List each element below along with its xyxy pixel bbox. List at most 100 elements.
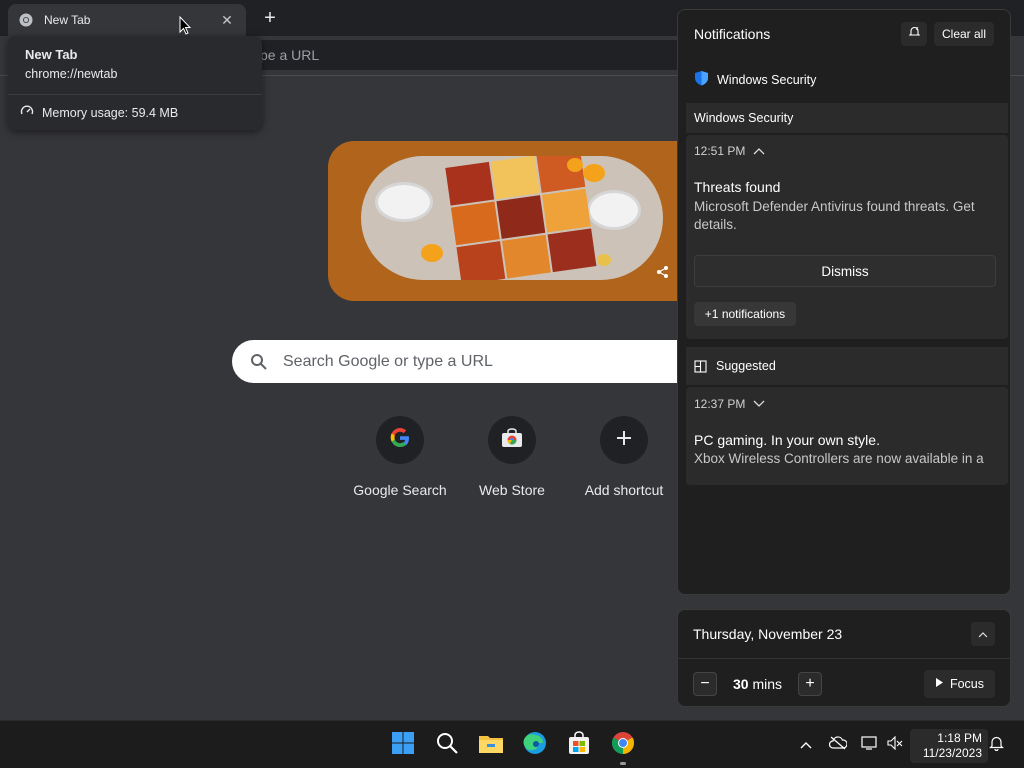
chevron-up-icon[interactable] [753, 144, 765, 158]
memory-usage-text: Memory usage: 59.4 MB [42, 105, 179, 120]
bell-icon [988, 735, 1004, 756]
dismiss-button[interactable]: Dismiss [694, 255, 996, 287]
clock-time: 1:18 PM [937, 731, 982, 745]
microsoft-store-button[interactable] [565, 730, 593, 760]
clear-all-button[interactable]: Clear all [934, 22, 994, 46]
speaker-muted-icon [887, 735, 903, 755]
notification-title: Threats found [694, 179, 781, 195]
focus-duration: 30 mins [733, 676, 782, 692]
group-header-suggested: Suggested [686, 347, 1008, 385]
notification-time-text: 12:51 PM [694, 144, 746, 158]
focus-unit: mins [752, 676, 783, 692]
google-icon [389, 427, 411, 454]
mouse-cursor-icon [179, 15, 192, 36]
search-icon [250, 353, 268, 371]
play-icon [935, 677, 944, 691]
new-tab-button[interactable]: + [258, 6, 282, 30]
taskbar-search-button[interactable] [433, 731, 461, 759]
notification-time-text: 12:37 PM [694, 397, 746, 411]
chevron-down-icon[interactable] [753, 397, 765, 411]
tab-new-tab[interactable]: New Tab ✕ [8, 4, 246, 36]
chevron-up-icon [978, 625, 988, 643]
shortcut-tile[interactable] [600, 416, 648, 464]
focus-decrease-button[interactable]: − [693, 672, 717, 696]
focus-increase-button[interactable]: + [798, 672, 822, 696]
tab-hover-card: New Tab chrome://newtab Memory usage: 59… [8, 36, 262, 130]
google-search-box[interactable]: Search Google or type a URL [232, 340, 692, 383]
chrome-taskbar-button[interactable] [609, 731, 637, 759]
edge-button[interactable] [521, 731, 549, 759]
notification-center-button[interactable] [987, 736, 1005, 754]
chrome-icon [611, 731, 635, 760]
notification-center: Notifications z Clear all Windows Securi… [677, 9, 1011, 595]
shortcut-label: Add shortcut [584, 482, 664, 498]
edge-icon [523, 731, 547, 760]
clock-button[interactable]: 1:18 PM 11/23/2023 [910, 729, 988, 763]
focus-minutes: 30 [733, 676, 749, 692]
doodle-image [361, 156, 663, 280]
onedrive-tray-button[interactable] [828, 735, 848, 755]
do-not-disturb-button[interactable]: z [901, 22, 927, 46]
volume-tray-button[interactable] [886, 735, 904, 755]
group-title: Suggested [716, 359, 776, 373]
notification-time: 12:37 PM [694, 397, 765, 411]
start-button[interactable] [389, 731, 417, 759]
hover-card-url: chrome://newtab [25, 67, 118, 81]
group-header-windows-security: Windows Security [686, 103, 1008, 133]
notification-time: 12:51 PM [694, 144, 765, 158]
network-tray-button[interactable] [860, 735, 878, 755]
start-focus-button[interactable]: Focus [924, 670, 995, 698]
shortcut-web-store[interactable]: Web Store [462, 416, 562, 498]
notification-body: Microsoft Defender Antivirus found threa… [694, 199, 975, 232]
quilt-illustration [445, 156, 597, 280]
divider [678, 658, 1010, 659]
notification-body: Xbox Wireless Controllers are now availa… [694, 451, 984, 466]
shortcut-add[interactable]: Add shortcut [574, 416, 674, 498]
collapse-calendar-button[interactable] [971, 622, 995, 646]
file-explorer-button[interactable] [477, 731, 505, 759]
focus-label: Focus [949, 677, 985, 691]
shortcut-label: Google Search [353, 482, 447, 498]
network-icon [861, 735, 877, 755]
store-icon [567, 730, 591, 760]
running-app-indicator [620, 762, 626, 765]
notification-pc-gaming[interactable]: 12:37 PM PC gaming. In your own style. X… [686, 387, 1008, 485]
clock-date: 11/23/2023 [922, 746, 982, 760]
share-icon[interactable] [656, 265, 670, 279]
show-hidden-icons-button[interactable] [797, 736, 815, 754]
shortcut-label: Web Store [479, 482, 545, 498]
app-name: Windows Security [717, 72, 817, 87]
search-icon [435, 731, 459, 760]
group-title: Windows Security [694, 111, 794, 125]
suggested-icon [694, 359, 707, 373]
memory-usage: Memory usage: 59.4 MB [20, 104, 178, 121]
address-bar-placeholder: pe a URL [260, 47, 320, 63]
windows-security-shield-icon [694, 70, 709, 89]
search-placeholder: Search Google or type a URL [283, 352, 493, 370]
notifications-title: Notifications [694, 26, 771, 42]
web-store-icon [501, 427, 523, 453]
google-doodle[interactable] [328, 141, 688, 301]
chrome-icon [18, 12, 34, 28]
more-notifications-button[interactable]: +1 notifications [694, 302, 796, 326]
notification-title: PC gaming. In your own style. [694, 432, 880, 448]
close-tab-icon[interactable]: ✕ [218, 11, 236, 29]
notification-app-header: Windows Security [694, 70, 816, 89]
shortcut-tile[interactable] [488, 416, 536, 464]
minus-icon: − [700, 675, 710, 692]
divider [8, 94, 262, 95]
shortcut-google-search[interactable]: Google Search [350, 416, 450, 498]
calendar-panel: Thursday, November 23 − 30 mins + Focus [677, 609, 1011, 707]
tab-title: New Tab [44, 13, 91, 27]
shortcut-tile[interactable] [376, 416, 424, 464]
folder-icon [478, 732, 504, 759]
calendar-date: Thursday, November 23 [693, 626, 843, 642]
snooze-bell-icon: z [908, 25, 921, 43]
plus-icon [616, 430, 632, 451]
chevron-up-icon [800, 736, 812, 754]
windows-start-icon [391, 731, 415, 760]
plus-icon: + [805, 675, 815, 692]
taskbar: 1:18 PM 11/23/2023 [0, 720, 1024, 768]
notification-threats-found[interactable]: 12:51 PM Threats found Microsoft Defende… [686, 135, 1008, 339]
cloud-offline-icon [828, 735, 848, 755]
